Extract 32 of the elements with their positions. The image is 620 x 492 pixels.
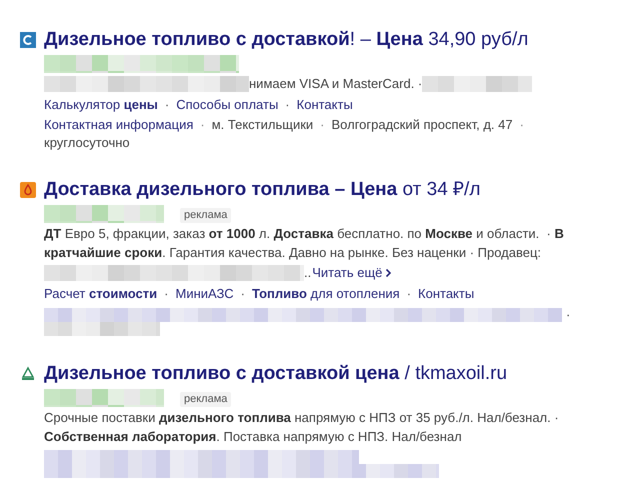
sitelink[interactable]: Способы оплаты	[176, 95, 278, 115]
result-title-link[interactable]: Доставка дизельного топлива – Цена от 34 ₽/л	[44, 178, 604, 202]
separator-dot: ·	[320, 116, 324, 134]
c-logo-icon	[20, 32, 36, 48]
read-more-link[interactable]: Читать ещё	[312, 263, 392, 283]
separator-dot: ·	[406, 285, 412, 303]
sitelink[interactable]: Контакты	[418, 284, 474, 304]
info-text: Волгоградский проспект, д. 47	[332, 116, 513, 134]
snippet-text: Срочные поставки дизельного топлива напрямую с НПЗ от 35 руб./л. Нал/безнал. · Собственная лаборатория. Поставка напрямую с НПЗ. Нал/безнал	[44, 409, 560, 446]
info-text: круглосуточно	[44, 134, 130, 152]
separator-dot: ·	[285, 96, 290, 114]
sitelink[interactable]: Расчет стоимости	[44, 284, 158, 304]
separator-dot: ·	[566, 308, 570, 322]
ellipsis-text: ..	[304, 264, 312, 282]
chevron-right-icon	[385, 268, 392, 278]
result-title-link[interactable]: Дизельное топливо с доставкой цена / tkmaxoil.ru	[44, 362, 604, 386]
separator-dot: ·	[164, 96, 170, 114]
separator-dot: ·	[200, 116, 205, 134]
result-title-link[interactable]: Дизельное топливо с доставкой! – Цена 34,90 руб/л	[44, 28, 574, 52]
contact-info-link[interactable]: Контактная информация	[44, 116, 194, 134]
snippet-text: ДТ Евро 5, фракции, заказ от 1000 л. Доставка бесплатно. по Москве и области. · В кратчайшие сроки. Гарантия качества. Давно на рынке. Без наценки · Продавец:	[44, 225, 565, 262]
separator-dot: ·	[164, 285, 168, 303]
separator-dot: ·	[240, 285, 245, 303]
ad-label: реклама	[180, 208, 232, 223]
sitelink[interactable]: Контакты	[296, 95, 353, 115]
snippet-text: нимаем VISA и MasterCard. ·	[249, 75, 422, 94]
ad-label: реклама	[180, 392, 232, 407]
separator-dot: ·	[520, 116, 524, 134]
info-text: м. Текстильщики	[212, 116, 314, 134]
sitelink[interactable]: Топливо для отопления	[252, 284, 400, 304]
sitelink[interactable]: МиниАЗС	[175, 284, 234, 304]
sitelink[interactable]: Калькулятор цены	[44, 95, 158, 115]
